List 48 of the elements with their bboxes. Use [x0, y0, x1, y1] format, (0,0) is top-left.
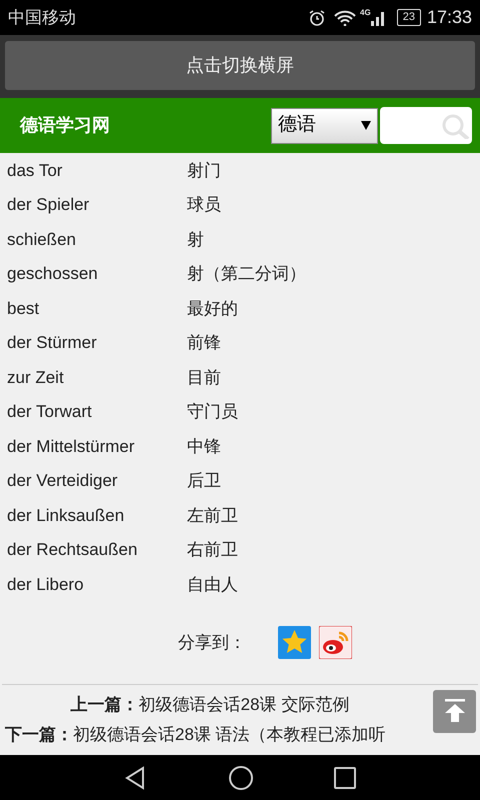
alarm-icon — [308, 8, 326, 26]
battery-level: 23 — [396, 9, 421, 26]
rotate-screen-button[interactable]: 点击切换横屏 — [5, 41, 475, 90]
chinese-translation: 前锋 — [187, 332, 221, 354]
previous-article-link[interactable]: 上一篇：初级德语会话28课 交际范例 — [0, 690, 480, 720]
chinese-translation: 最好的 — [187, 298, 238, 320]
german-word: schießen — [7, 228, 77, 250]
chinese-translation: 左前卫 — [187, 504, 238, 526]
signal-icon — [370, 10, 385, 26]
search-icon — [440, 112, 470, 138]
back-to-top-button[interactable] — [433, 690, 476, 732]
german-word: der Mittelstürmer — [7, 436, 136, 458]
german-word: der Verteidiger — [7, 470, 119, 492]
chinese-translation: 右前卫 — [187, 539, 238, 561]
chinese-translation: 自由人 — [187, 574, 238, 596]
network-type: 4G — [360, 7, 371, 19]
home-icon[interactable] — [228, 764, 254, 790]
german-word: geschossen — [7, 263, 99, 285]
chinese-translation: 后卫 — [187, 470, 221, 492]
search-field[interactable] — [380, 107, 472, 144]
carrier-name: 中国移动 — [8, 6, 76, 29]
german-word: der Spieler — [7, 194, 90, 216]
chinese-translation: 目前 — [187, 366, 221, 388]
german-word: best — [7, 298, 40, 320]
german-word: der Rechtsaußen — [7, 539, 138, 561]
chinese-translation: 射 — [187, 228, 204, 250]
next-article-link[interactable]: 下一篇：初级德语会话28课 语法（本教程已添加听 — [0, 720, 480, 750]
wifi-icon — [334, 10, 356, 26]
share-label: 分享到： — [178, 632, 246, 654]
star-share-icon[interactable] — [278, 626, 311, 659]
chinese-translation: 射（第二分词） — [187, 263, 306, 285]
chinese-translation: 球员 — [187, 194, 221, 216]
german-word: der Torwart — [7, 401, 93, 423]
recent-apps-icon[interactable] — [334, 766, 356, 788]
eye-share-icon[interactable] — [319, 626, 352, 659]
site-name: 德语学习网 — [20, 114, 110, 137]
german-word: zur Zeit — [7, 366, 65, 388]
german-word: das Tor — [7, 160, 64, 182]
dropdown-arrow-icon — [361, 121, 371, 130]
chinese-translation: 中锋 — [187, 436, 221, 458]
chinese-translation: 守门员 — [187, 401, 238, 423]
upload-arrow-icon — [444, 699, 466, 723]
clock-time: 17:33 — [426, 6, 472, 29]
language-select[interactable]: 德语 — [271, 108, 378, 144]
german-word: der Linksaußen — [7, 504, 126, 526]
german-word: der Libero — [7, 574, 85, 596]
chinese-translation: 射门 — [187, 160, 221, 182]
german-word: der Stürmer — [7, 332, 98, 354]
